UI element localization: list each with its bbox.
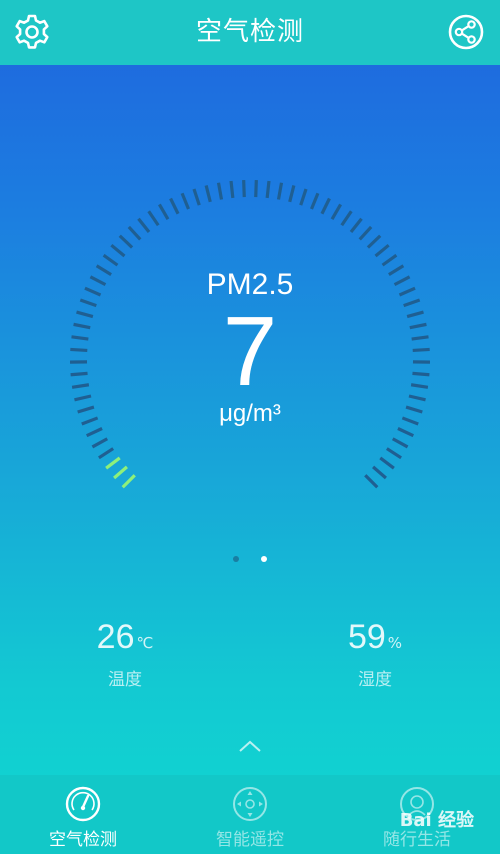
gauge-tick bbox=[216, 182, 224, 200]
gauge-tick bbox=[204, 185, 212, 203]
nav-label-smart-remote: 智能遥控 bbox=[216, 830, 284, 850]
gauge-tick bbox=[137, 217, 151, 234]
pm25-value: 7 bbox=[222, 296, 278, 406]
page-indicator bbox=[0, 548, 500, 562]
gauge-tick-active bbox=[113, 465, 128, 480]
humidity-unit: % bbox=[387, 634, 403, 652]
pm25-unit: μg/m³ bbox=[219, 400, 281, 427]
temperature-unit: ℃ bbox=[136, 634, 154, 652]
gauge-icon bbox=[64, 785, 102, 823]
gauge-tick bbox=[372, 465, 387, 480]
gauge-tick bbox=[385, 447, 402, 460]
share-icon[interactable] bbox=[446, 12, 486, 52]
gauge-tick bbox=[118, 234, 134, 249]
gauge-tick bbox=[288, 185, 296, 203]
gauge-tick bbox=[98, 447, 115, 460]
air-quality-screen: 空气检测 PM2.5 7 μg/m³ 26 ℃ 温度 59% 湿度 空气检测 智… bbox=[0, 0, 500, 854]
humidity-stat: 59% 湿度 bbox=[295, 618, 455, 690]
watermark-logo: Bai 经验 bbox=[399, 810, 474, 831]
gauge-tick bbox=[320, 197, 331, 215]
gauge-tick bbox=[147, 210, 160, 227]
gauge-tick bbox=[180, 192, 190, 210]
gauge-tick bbox=[102, 253, 119, 267]
humidity-value: 59 bbox=[347, 618, 386, 656]
temperature-label: 温度 bbox=[108, 670, 142, 690]
gauge-tick bbox=[391, 437, 409, 449]
gauge-tick bbox=[358, 225, 373, 241]
gauge-tick bbox=[276, 182, 284, 200]
gauge-tick bbox=[192, 188, 201, 206]
chevron-up-icon[interactable] bbox=[238, 738, 262, 752]
gauge-tick bbox=[397, 427, 415, 438]
page-dot-2[interactable] bbox=[260, 555, 267, 562]
gauge-tick-active bbox=[121, 474, 136, 489]
gauge-tick bbox=[381, 253, 398, 267]
gauge-tick-active bbox=[105, 456, 121, 470]
gauge-tick bbox=[158, 203, 170, 220]
gauge-tick bbox=[91, 437, 109, 449]
app-header: 空气检测 bbox=[0, 0, 500, 65]
nav-tab-air-quality[interactable]: 空气检测 bbox=[0, 775, 166, 854]
gauge-tick bbox=[242, 180, 246, 198]
gauge-tick bbox=[340, 210, 353, 227]
nav-tab-smart-remote[interactable]: 智能遥控 bbox=[167, 775, 333, 854]
gauge-tick bbox=[127, 225, 142, 241]
page-dot-1[interactable] bbox=[233, 555, 240, 562]
humidity-label: 湿度 bbox=[358, 670, 392, 690]
gauge-tick bbox=[366, 234, 382, 249]
gauge-tick bbox=[310, 192, 320, 210]
gauge-tick bbox=[265, 180, 271, 199]
page-title: 空气检测 bbox=[195, 17, 304, 47]
gauge-tick bbox=[330, 203, 342, 220]
gauge-tick bbox=[110, 243, 126, 258]
gauge-tick bbox=[364, 474, 379, 489]
gauge-tick bbox=[169, 197, 180, 215]
gauge-tick bbox=[379, 456, 395, 470]
gauge-tick bbox=[374, 243, 390, 258]
temperature-value: 26 bbox=[96, 618, 135, 656]
gauge-tick bbox=[254, 180, 258, 198]
gauge-tick bbox=[229, 180, 235, 199]
nav-label-air-quality: 空气检测 bbox=[49, 830, 117, 850]
gauge-tick bbox=[85, 427, 103, 438]
temperature-stat: 26 ℃ 温度 bbox=[45, 618, 205, 690]
gauge-tick bbox=[299, 188, 308, 206]
gauge-tick bbox=[349, 217, 363, 234]
remote-control-icon bbox=[231, 785, 269, 823]
